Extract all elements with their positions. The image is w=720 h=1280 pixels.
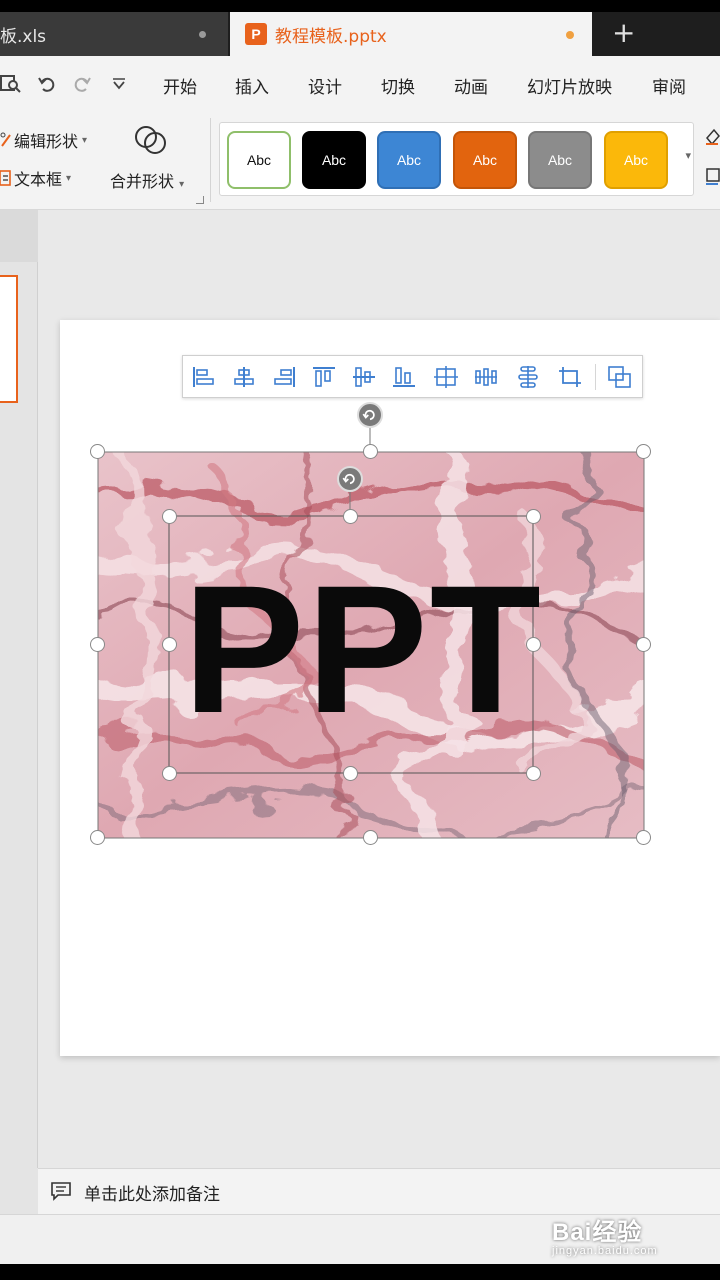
distribute-vertical-icon[interactable]: [515, 365, 541, 389]
align-middle-icon[interactable]: [351, 365, 377, 389]
notes-pane[interactable]: 单击此处添加备注: [38, 1168, 720, 1214]
resize-handle[interactable]: [90, 637, 105, 652]
baidu-watermark: Bai经验 jingyan.baidu.com: [552, 1212, 658, 1257]
resize-handle[interactable]: [162, 509, 177, 524]
resize-handle[interactable]: [363, 830, 378, 845]
align-center-icon[interactable]: [231, 365, 257, 389]
resize-handle[interactable]: [90, 830, 105, 845]
resize-handle[interactable]: [162, 637, 177, 652]
align-left-icon[interactable]: [191, 365, 217, 389]
align-slide-center-icon[interactable]: [433, 365, 459, 389]
resize-handle[interactable]: [363, 444, 378, 459]
toolbar-divider: [595, 364, 596, 390]
bottom-black-bar: [0, 1264, 720, 1280]
resize-handle[interactable]: [162, 766, 177, 781]
resize-handle[interactable]: [526, 509, 541, 524]
resize-handle[interactable]: [526, 766, 541, 781]
align-right-icon[interactable]: [271, 365, 297, 389]
notes-left-pane: [0, 1168, 38, 1214]
align-toolbar: [182, 355, 643, 398]
rotate-handle-icon[interactable]: [357, 402, 383, 428]
watermark-url: jingyan.baidu.com: [552, 1245, 658, 1257]
notes-placeholder: 单击此处添加备注: [84, 1185, 220, 1205]
crop-icon[interactable]: [557, 365, 583, 389]
resize-handle[interactable]: [343, 766, 358, 781]
resize-handle[interactable]: [343, 509, 358, 524]
resize-handle[interactable]: [636, 444, 651, 459]
align-top-icon[interactable]: [311, 365, 337, 389]
watermark-brand: Bai经验: [552, 1219, 643, 1246]
group-icon[interactable]: [607, 365, 633, 389]
align-bottom-icon[interactable]: [391, 365, 417, 389]
notes-icon: [51, 1182, 71, 1201]
resize-handle[interactable]: [636, 637, 651, 652]
rotate-handle-icon[interactable]: [337, 466, 363, 492]
resize-handle[interactable]: [90, 444, 105, 459]
resize-handle[interactable]: [636, 830, 651, 845]
distribute-horizontal-icon[interactable]: [473, 365, 499, 389]
slide-title-text[interactable]: PPT: [183, 558, 543, 740]
resize-handle[interactable]: [526, 637, 541, 652]
